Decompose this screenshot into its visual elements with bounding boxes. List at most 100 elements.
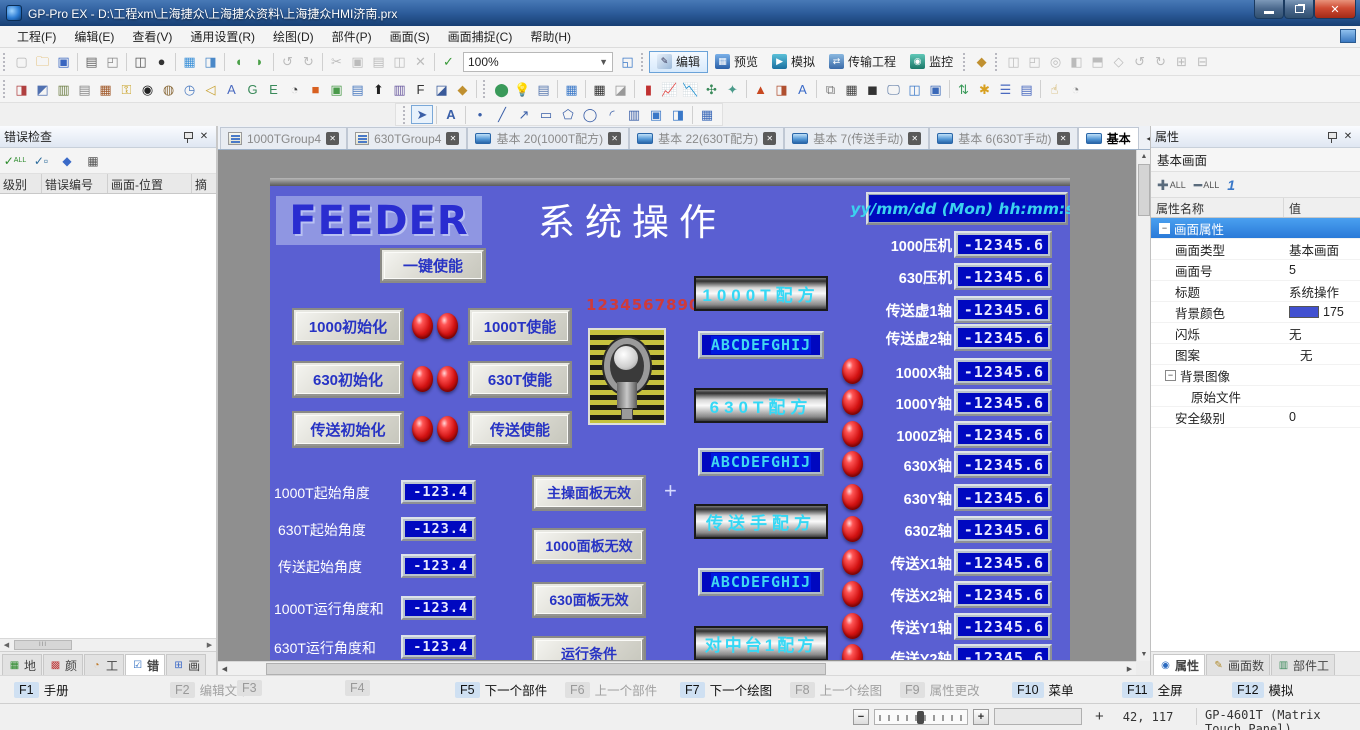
- transfer-tool-icon[interactable]: ◫: [130, 52, 151, 72]
- ungroup-icon[interactable]: ⊟: [1192, 52, 1213, 72]
- flip-vertical-icon[interactable]: ⬒: [1087, 52, 1108, 72]
- canvas[interactable]: FEEDER 系统操作 yy/mm/dd (Mon) hh:mm:ss 一键使能…: [218, 150, 1136, 661]
- font-icon[interactable]: F: [410, 79, 431, 99]
- save-project-icon[interactable]: ▣: [53, 52, 74, 72]
- prop-row-pattern[interactable]: 图案 无: [1151, 344, 1360, 365]
- data-list-icon[interactable]: ▤: [533, 79, 554, 99]
- window-parts-icon[interactable]: ⧉: [820, 79, 841, 99]
- text-table-icon[interactable]: ▦: [95, 79, 116, 99]
- flip-horizontal-icon[interactable]: ◧: [1066, 52, 1087, 72]
- security-icon[interactable]: ⚿: [116, 79, 137, 99]
- color-palette-icon[interactable]: ■: [305, 79, 326, 99]
- xy-graph-icon[interactable]: ✣: [701, 79, 722, 99]
- copy-icon[interactable]: ▣: [347, 52, 368, 72]
- list2-icon[interactable]: ▤: [1016, 79, 1037, 99]
- collapse-icon[interactable]: −: [1159, 223, 1170, 234]
- prop-row-background-image[interactable]: −背景图像: [1151, 365, 1360, 386]
- list-icon[interactable]: ☰: [995, 79, 1016, 99]
- check-all-icon[interactable]: ✓ALL: [5, 152, 25, 170]
- axis-display[interactable]: -12345.6: [954, 296, 1052, 323]
- error-panel-close-icon[interactable]: ✕: [196, 129, 212, 144]
- doc-tab-630tgroup4[interactable]: 630TGroup4 ✕: [347, 127, 467, 149]
- fkey-f9[interactable]: F9属性更改: [900, 680, 980, 699]
- tab-close-icon[interactable]: ✕: [908, 132, 921, 145]
- polygon-tool-icon[interactable]: ⬠: [557, 105, 579, 124]
- launch-icon[interactable]: ⬆: [368, 79, 389, 99]
- text-tool-icon[interactable]: A: [440, 105, 462, 124]
- memory-icon[interactable]: ▥: [389, 79, 410, 99]
- fit-screen-icon[interactable]: ◱: [617, 52, 638, 72]
- angle-display-630t-start[interactable]: -123.4: [401, 517, 476, 541]
- new-screen-icon[interactable]: ▦: [179, 52, 200, 72]
- undo-icon[interactable]: ↺: [277, 52, 298, 72]
- movie-icon[interactable]: ◪: [431, 79, 452, 99]
- screen-add-icon[interactable]: ▣: [326, 79, 347, 99]
- axis-display[interactable]: -12345.6: [954, 644, 1052, 660]
- axis-display[interactable]: -12345.6: [954, 231, 1052, 258]
- recipe-1000t-button[interactable]: 1000T配方: [694, 276, 828, 311]
- axis-display[interactable]: -12345.6: [954, 549, 1052, 576]
- select-cursor-icon[interactable]: ➤: [411, 105, 433, 124]
- collapse-all-icon[interactable]: ━ALL: [1194, 180, 1219, 190]
- axis-display[interactable]: -12345.6: [954, 324, 1052, 351]
- mode-preview-button[interactable]: ▦ 预览: [708, 51, 765, 73]
- group-icon[interactable]: ⊞: [1171, 52, 1192, 72]
- menu-view[interactable]: 查看(V): [123, 26, 181, 47]
- mode-monitor-button[interactable]: ◉ 监控: [903, 51, 960, 73]
- tab-close-icon[interactable]: ✕: [1057, 132, 1070, 145]
- arc-tool-icon[interactable]: ◜: [601, 105, 623, 124]
- tab-tools[interactable]: ◔ 工: [84, 654, 124, 675]
- enable-1000t-button[interactable]: 1000T使能: [470, 310, 570, 343]
- open-next-screen-icon[interactable]: ◗: [249, 52, 270, 72]
- level-indicator[interactable]: 1: [1227, 177, 1235, 193]
- panel-630-invalid-button[interactable]: 630面板无效: [534, 584, 644, 616]
- fkey-f8[interactable]: F8上一个绘图: [790, 680, 882, 699]
- compass-icon[interactable]: ✦: [722, 79, 743, 99]
- recipe-display-1[interactable]: ABCDEFGHIJ: [698, 331, 824, 359]
- recipe-display-2[interactable]: ABCDEFGHIJ: [698, 448, 824, 476]
- tab-screens[interactable]: ⊞ 画: [166, 654, 206, 675]
- axis-display[interactable]: -12345.6: [954, 421, 1052, 448]
- bar-graph-icon[interactable]: ▮: [638, 79, 659, 99]
- restore-button[interactable]: [1284, 0, 1314, 19]
- image-capture-icon[interactable]: ◨: [667, 105, 689, 124]
- menu-screen-capture[interactable]: 画面捕捉(C): [439, 26, 522, 47]
- data-display-icon[interactable]: ◨: [771, 79, 792, 99]
- menu-parts[interactable]: 部件(P): [323, 26, 381, 47]
- image-place-icon[interactable]: ▣: [645, 105, 667, 124]
- rotate-right-icon[interactable]: ↻: [1150, 52, 1171, 72]
- rotate-free-icon[interactable]: ◰: [1024, 52, 1045, 72]
- doc-tab-base-active[interactable]: 基本: [1078, 127, 1139, 149]
- close-button[interactable]: ✕: [1314, 0, 1356, 19]
- collapse-icon[interactable]: −: [1165, 370, 1176, 381]
- zoom-slider[interactable]: [874, 709, 968, 725]
- screen-display-icon[interactable]: ◫: [904, 79, 925, 99]
- angle-display-transfer-start[interactable]: -123.4: [401, 554, 476, 578]
- zoom-in-button[interactable]: +: [973, 709, 989, 725]
- text-convert-icon[interactable]: A: [221, 79, 242, 99]
- text-display-icon[interactable]: A: [792, 79, 813, 99]
- enable-630t-button[interactable]: 630T使能: [470, 363, 570, 396]
- capture-icon[interactable]: ●: [151, 52, 172, 72]
- timer-icon[interactable]: ◔: [284, 79, 305, 99]
- error-list-icon[interactable]: ▦: [83, 152, 103, 170]
- trend-graph-icon[interactable]: 📉: [680, 79, 701, 99]
- error-col-summary[interactable]: 摘: [192, 174, 216, 193]
- paste-icon[interactable]: ▤: [368, 52, 389, 72]
- scale-tool-icon[interactable]: ▥: [623, 105, 645, 124]
- open-project-icon[interactable]: 🗀: [32, 52, 53, 72]
- vscroll-thumb[interactable]: [1138, 164, 1150, 216]
- angle-display-630t-run[interactable]: -123.4: [401, 635, 476, 659]
- zoom-select[interactable]: 100% ▼: [463, 52, 613, 72]
- new-project-icon[interactable]: ▢: [11, 52, 32, 72]
- recipe-display-3[interactable]: ABCDEFGHIJ: [698, 568, 824, 596]
- prop-row-screen-number[interactable]: 画面号 5: [1151, 260, 1360, 281]
- mode-simulate-button[interactable]: ▶ 模拟: [765, 51, 822, 73]
- cut-icon[interactable]: ✂: [326, 52, 347, 72]
- open-prev-screen-icon[interactable]: ◖: [228, 52, 249, 72]
- prop-col-name[interactable]: 属性名称: [1151, 198, 1284, 217]
- error-panel-hscrollbar[interactable]: ◀ III ▶: [0, 638, 216, 651]
- film-icon[interactable]: ▦: [841, 79, 862, 99]
- menu-project[interactable]: 工程(F): [8, 26, 65, 47]
- prop-row-original-file[interactable]: 原始文件: [1151, 386, 1360, 407]
